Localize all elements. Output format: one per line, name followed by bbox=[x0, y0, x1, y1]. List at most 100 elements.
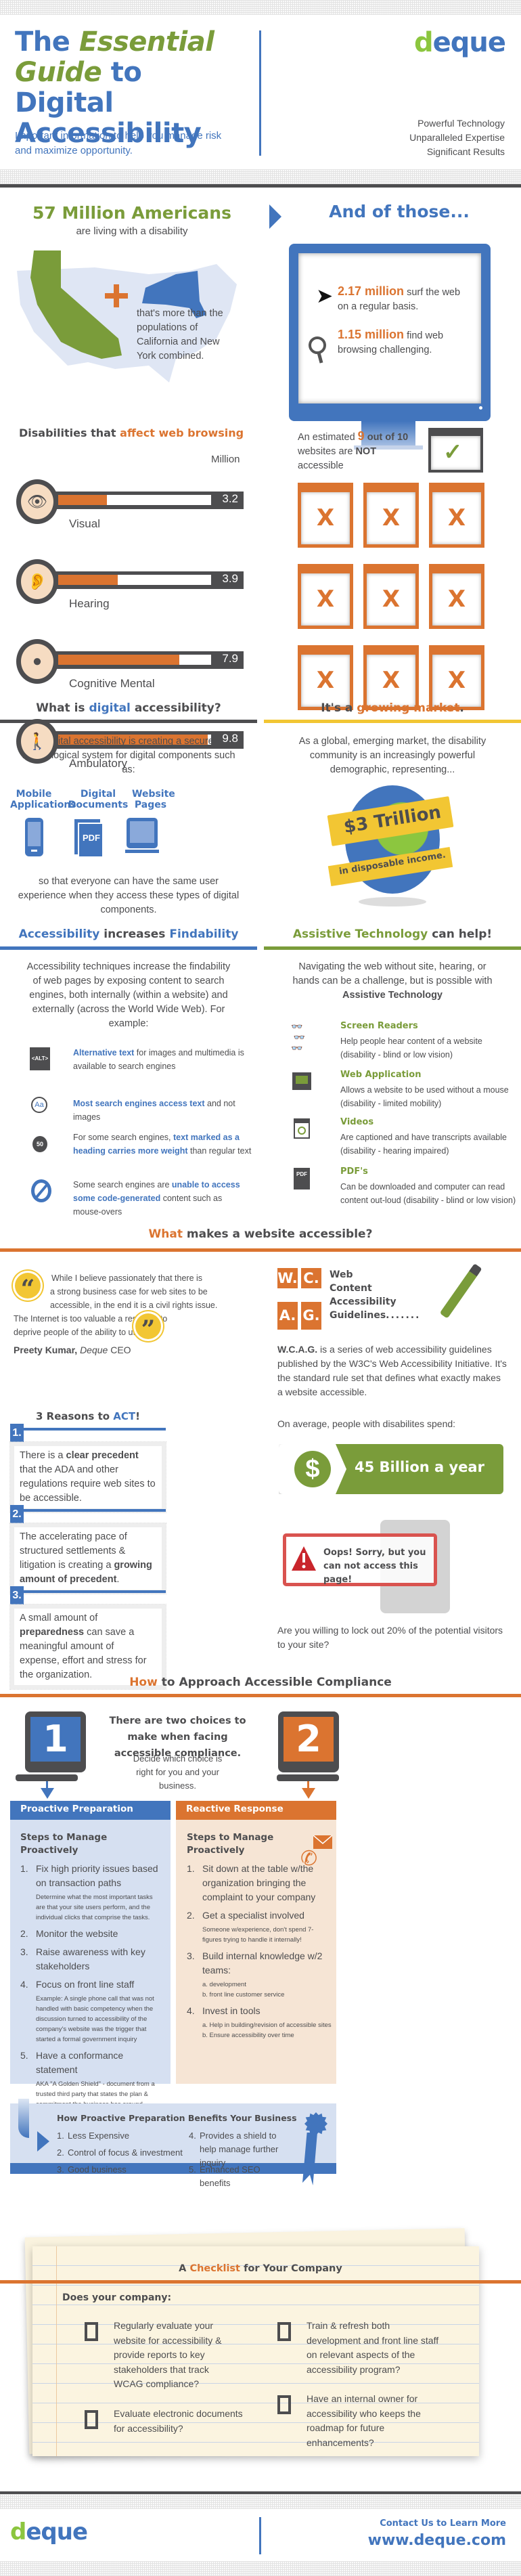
checkmark-icon: ✓ bbox=[443, 439, 463, 465]
step-item: 4. Focus on front line staff Example: A si… bbox=[20, 1978, 159, 2045]
step-text: Raise awareness with key stakeholders bbox=[36, 1946, 145, 1971]
title-word-the: The bbox=[15, 26, 70, 58]
bar-track: 3.9 bbox=[55, 571, 244, 589]
assistive-intro: Navigating the web without site, hearing… bbox=[292, 961, 493, 1001]
assistive-item-title: Videos bbox=[340, 1117, 374, 1127]
step-text: Have a conformance statement bbox=[36, 2050, 124, 2075]
step-item: 1. Fix high priority issues based on tran… bbox=[20, 1863, 158, 1921]
component-website-label: Website Pages bbox=[132, 789, 175, 810]
reason-card: There is a clear precedent that the ADA … bbox=[9, 1441, 166, 1513]
population-headline: 57 Million Americans bbox=[32, 203, 231, 223]
reason-number: 2. bbox=[10, 1505, 24, 1524]
findability-item-text: For some search engines, text marked as … bbox=[73, 1133, 252, 1156]
wcag-description: W.C.A.G. is a series of web accessibilit… bbox=[277, 1344, 507, 1397]
taglines: Powerful Technology Unparalleled Experti… bbox=[409, 116, 505, 159]
checkbox[interactable] bbox=[277, 2322, 291, 2341]
x-mark-icon: X bbox=[447, 667, 466, 694]
accessible-rule bbox=[0, 1248, 521, 1252]
header-subtitle: Important information to help you manage… bbox=[15, 130, 222, 156]
assistive-item-title: Web Application bbox=[340, 1070, 422, 1080]
magnifier-icon bbox=[309, 336, 326, 364]
proactive-header: Proactive Preparation bbox=[10, 1801, 171, 1820]
bar-fill bbox=[58, 655, 179, 665]
step-detail: Determine what the most important tasks … bbox=[36, 1894, 153, 1921]
bar-value: 7.9 bbox=[222, 652, 238, 665]
spending-badge: $ 45 Billion a year bbox=[279, 1444, 503, 1494]
inaccessible-website-icon: X bbox=[363, 564, 419, 629]
disabilities-title: Disabilities that affect web browsing bbox=[19, 427, 244, 439]
assistive-item-text: Help people hear content of a website (d… bbox=[340, 1036, 482, 1060]
monitor-app-icon bbox=[292, 1072, 311, 1090]
step-text: Build internal knowledge w/2 teams: bbox=[202, 1950, 323, 1975]
head-icon: ● bbox=[16, 639, 58, 684]
reason-number: 1. bbox=[10, 1424, 24, 1443]
header-bottom-rule bbox=[0, 184, 521, 188]
compliance-subline: Decide which choice is right for you and… bbox=[133, 1753, 223, 1791]
bar-background bbox=[58, 495, 211, 505]
arrow-right-icon bbox=[37, 2131, 49, 2152]
market-rule bbox=[264, 720, 521, 723]
findability-item: <ALT> Alternative text for images and mul… bbox=[20, 1046, 244, 1093]
inaccessible-website-icon: X bbox=[429, 564, 484, 629]
reactive-header: Reactive Response bbox=[176, 1801, 336, 1820]
disability-bar-row: 👁 3.2 Visual bbox=[14, 479, 247, 547]
stat-surf: 2.17 million surf the web on a regular b… bbox=[338, 284, 461, 312]
bar-track: 3.2 bbox=[55, 492, 244, 509]
benefit-item: 3. Good business bbox=[57, 2164, 127, 2175]
deque-logo[interactable]: deque bbox=[414, 27, 506, 58]
choice-1-monitor: 1 bbox=[25, 1711, 86, 1772]
step-detail: Example: A single phone call that was no… bbox=[36, 1995, 154, 2043]
spending-amount: 45 Billion a year bbox=[355, 1459, 484, 1475]
step-text: Sit down at the table w/the organization… bbox=[202, 1863, 316, 1902]
accessible-title: What makes a website accessible? bbox=[148, 1227, 373, 1241]
contact-label: Contact Us to Learn More bbox=[380, 2518, 506, 2529]
findability-rule bbox=[0, 946, 257, 950]
bar-fill bbox=[58, 495, 108, 505]
globe-graphic: $3 Trillion in disposable income. bbox=[325, 785, 460, 907]
benefits-title: How Proactive Preparation Benefits Your … bbox=[57, 2113, 297, 2123]
arrow-right-icon bbox=[269, 204, 281, 229]
header-divider bbox=[259, 30, 261, 156]
paper-margin-line bbox=[56, 2246, 57, 2456]
findability-intro: Accessibility techniques increase the fi… bbox=[26, 961, 231, 1029]
title-word-guide: Guide bbox=[15, 57, 102, 88]
checklist-rule bbox=[0, 2280, 521, 2284]
checklist-item-text: Regularly evaluate your website for acce… bbox=[114, 2320, 222, 2389]
benefit-item: 5. Enhanced SEO benefits bbox=[189, 2164, 260, 2188]
step-detail: Someone w/experience, don't spend 7-figu… bbox=[202, 1926, 314, 1944]
checkbox[interactable] bbox=[85, 2322, 98, 2341]
x-mark-icon: X bbox=[382, 586, 401, 613]
pdf-icon: PDF bbox=[294, 1168, 310, 1189]
checkbox[interactable] bbox=[85, 2410, 98, 2429]
x-mark-icon: X bbox=[316, 504, 335, 531]
assistive-item-text: Can be downloaded and computer can read … bbox=[340, 1182, 516, 1205]
inaccessible-website-icon: X bbox=[363, 645, 419, 710]
lockout-question: Are you willing to lock out 20% of the p… bbox=[277, 1625, 503, 1650]
findability-item: 50 For some search engines, text marked a… bbox=[20, 1131, 251, 1178]
bar-background bbox=[58, 575, 211, 585]
compliance-title: How to Approach Accessible Compliance bbox=[129, 1676, 392, 1689]
choice-2-monitor: 2 bbox=[278, 1711, 339, 1772]
components-row: Mobile Applications Digital Documents Webs… bbox=[10, 789, 247, 877]
error-dialog: Oops! Sorry, but you can not access this… bbox=[283, 1533, 437, 1586]
inaccessible-website-icon: X bbox=[429, 645, 484, 710]
pdf-document-icon: PDF bbox=[74, 819, 104, 858]
step-text: Get a specialist involved bbox=[202, 1910, 304, 1921]
website-link[interactable]: www.deque.com bbox=[368, 2532, 506, 2549]
and-of-those-heading: And of those... bbox=[329, 202, 470, 221]
checkbox[interactable] bbox=[277, 2395, 291, 2414]
spending-intro: On average, people with disabilites spen… bbox=[277, 1418, 456, 1429]
bar-track: 7.9 bbox=[55, 651, 244, 669]
title-word-essential: Essential bbox=[78, 26, 214, 58]
footer-deque-logo[interactable]: deque bbox=[10, 2518, 88, 2546]
bar-label: Visual bbox=[69, 517, 100, 530]
benefit-item: 1. Less Expensive bbox=[57, 2131, 130, 2141]
bar-fill bbox=[58, 575, 118, 585]
findability-item: Some search engines are unable to access… bbox=[20, 1178, 244, 1225]
compliance-rule bbox=[0, 1694, 521, 1697]
choice-2-stand bbox=[277, 1774, 339, 1781]
footer-divider bbox=[259, 2517, 261, 2554]
findability-item-text: Most search engines access text and not … bbox=[73, 1099, 235, 1122]
alt-tag-icon: <ALT> bbox=[30, 1047, 50, 1070]
step-text: Monitor the website bbox=[36, 1928, 118, 1939]
